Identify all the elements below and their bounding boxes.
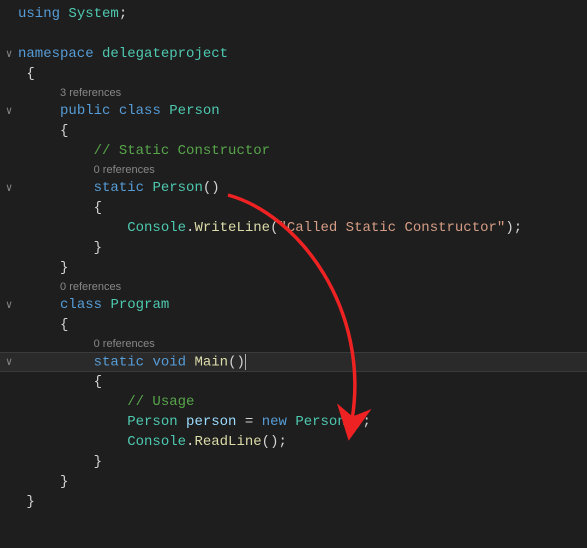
references-link[interactable]: 0 references xyxy=(94,164,155,176)
keyword: public xyxy=(60,103,110,119)
brace: { xyxy=(94,200,102,216)
brace: } xyxy=(60,474,68,490)
code-line[interactable]: } xyxy=(0,258,587,278)
fold-chevron-icon[interactable]: ∨ xyxy=(0,298,18,312)
paren: ) xyxy=(354,414,362,430)
comment: // Static Constructor xyxy=(94,143,270,159)
codelens[interactable]: 0 references xyxy=(0,335,587,352)
code-line[interactable]: { xyxy=(0,315,587,335)
type: Person xyxy=(295,414,345,430)
fold-chevron-icon[interactable]: ∨ xyxy=(0,355,18,369)
brace: } xyxy=(60,260,68,276)
paren: ) xyxy=(236,354,244,370)
active-code-line[interactable]: ∨ static void Main() xyxy=(0,352,587,372)
paren: ( xyxy=(262,434,270,450)
type: Person xyxy=(127,414,177,430)
paren: ( xyxy=(346,414,354,430)
type: Person xyxy=(169,103,219,119)
code-line[interactable]: Console.WriteLine("Called Static Constru… xyxy=(0,218,587,238)
type: Program xyxy=(110,297,169,313)
brace: { xyxy=(60,123,68,139)
punct: ; xyxy=(514,220,522,236)
type: Console xyxy=(127,220,186,236)
code-line[interactable]: { xyxy=(0,372,587,392)
punct: ; xyxy=(363,414,371,430)
code-line[interactable]: } xyxy=(0,492,587,512)
string: "Called Static Constructor" xyxy=(278,220,505,236)
brace: } xyxy=(26,494,34,510)
codelens[interactable]: 0 references xyxy=(0,161,587,178)
fold-chevron-icon[interactable]: ∨ xyxy=(0,181,18,195)
brace: } xyxy=(94,240,102,256)
namespace: delegateproject xyxy=(102,46,228,62)
type: System xyxy=(68,6,118,22)
op: = xyxy=(236,414,261,430)
punct: ; xyxy=(278,434,286,450)
keyword: static xyxy=(94,180,144,196)
keyword: namespace xyxy=(18,46,94,62)
method: WriteLine xyxy=(194,220,270,236)
codelens[interactable]: 0 references xyxy=(0,278,587,295)
code-line[interactable]: } xyxy=(0,452,587,472)
brace: { xyxy=(26,66,34,82)
references-link[interactable]: 3 references xyxy=(60,87,121,99)
code-line[interactable]: // Usage xyxy=(0,392,587,412)
brace: } xyxy=(94,454,102,470)
keyword: new xyxy=(262,414,287,430)
text-cursor-icon xyxy=(245,354,246,370)
keyword: void xyxy=(152,354,186,370)
comment: // Usage xyxy=(127,394,194,410)
paren: ) xyxy=(211,180,219,196)
method: Main xyxy=(194,354,228,370)
code-line[interactable]: ∨ public class Person xyxy=(0,101,587,121)
code-line[interactable]: } xyxy=(0,238,587,258)
code-line[interactable]: ∨ class Program xyxy=(0,295,587,315)
paren: ) xyxy=(505,220,513,236)
code-line[interactable]: { xyxy=(0,64,587,84)
code-line[interactable] xyxy=(0,24,587,44)
fold-chevron-icon[interactable]: ∨ xyxy=(0,47,18,61)
punct: ; xyxy=(119,6,127,22)
code-line[interactable]: using System; xyxy=(0,4,587,24)
codelens[interactable]: 3 references xyxy=(0,84,587,101)
brace: { xyxy=(94,374,102,390)
keyword: static xyxy=(94,354,144,370)
references-link[interactable]: 0 references xyxy=(60,281,121,293)
code-line[interactable]: { xyxy=(0,198,587,218)
constructor: Person xyxy=(152,180,202,196)
code-line[interactable]: Person person = new Person(); xyxy=(0,412,587,432)
type: Console xyxy=(127,434,186,450)
method: ReadLine xyxy=(194,434,261,450)
variable: person xyxy=(186,414,236,430)
keyword: class xyxy=(60,297,102,313)
fold-chevron-icon[interactable]: ∨ xyxy=(0,104,18,118)
keyword: using xyxy=(18,6,60,22)
code-line[interactable]: } xyxy=(0,472,587,492)
code-line[interactable]: // Static Constructor xyxy=(0,141,587,161)
references-link[interactable]: 0 references xyxy=(94,338,155,350)
code-line[interactable]: ∨ static Person() xyxy=(0,178,587,198)
code-line[interactable]: { xyxy=(0,121,587,141)
code-line[interactable]: Console.ReadLine(); xyxy=(0,432,587,452)
code-editor[interactable]: using System; ∨ namespace delegateprojec… xyxy=(0,0,587,512)
code-line[interactable]: ∨ namespace delegateproject xyxy=(0,44,587,64)
brace: { xyxy=(60,317,68,333)
keyword: class xyxy=(119,103,161,119)
